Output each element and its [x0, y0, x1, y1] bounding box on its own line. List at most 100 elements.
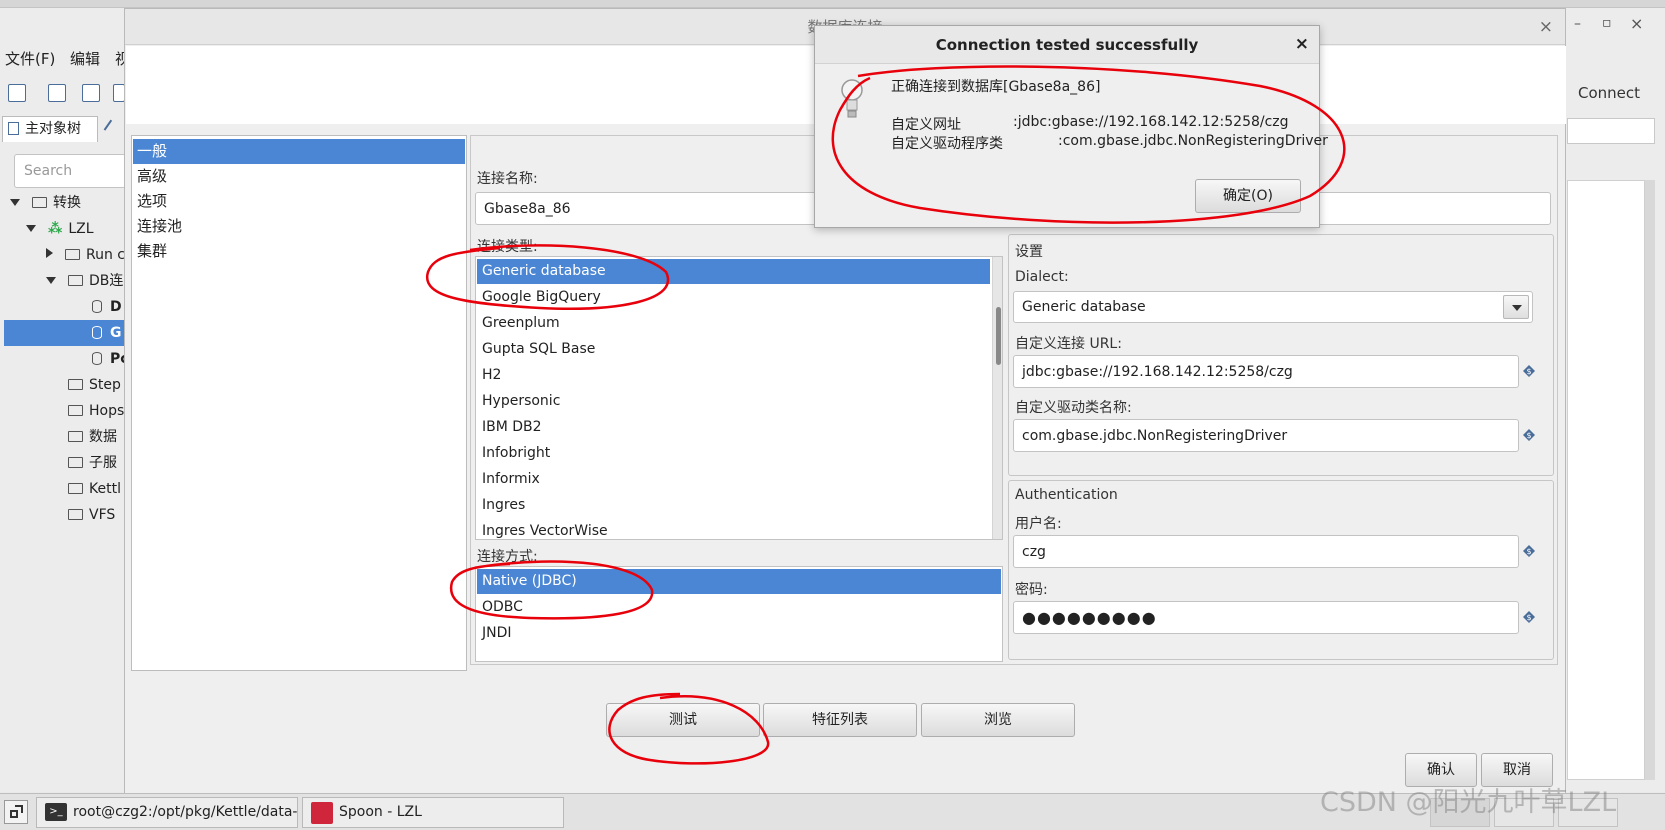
access-method-list[interactable]: Native (JDBC) ODBC JNDI [475, 566, 1003, 662]
connection-type-scrollbar[interactable] [992, 257, 1002, 539]
username-label: 用户名: [1015, 516, 1062, 532]
custom-driver-value: com.gbase.jdbc.NonRegisteringDriver [1022, 427, 1288, 444]
menu-file[interactable]: 文件(F) [5, 48, 55, 69]
connection-type-item[interactable]: Informix [477, 467, 540, 492]
tree-node-db-2-selected[interactable]: G [4, 320, 130, 346]
category-pooling[interactable]: 连接池 [133, 214, 465, 239]
canvas-scrollbar[interactable] [1645, 180, 1655, 780]
csdn-watermark: CSDN @阳光九叶草LZL [1320, 787, 1617, 818]
tree-node-label: Step [89, 377, 121, 393]
access-method-item-selected[interactable]: Native (JDBC) [477, 569, 1001, 594]
folder-icon [68, 509, 83, 520]
connection-type-list[interactable]: Generic database Google BigQuery Greenpl… [475, 256, 1003, 540]
taskbar-terminal[interactable]: >_ root@czg2:/opt/pkg/Kettle/data-in-... [36, 797, 298, 828]
custom-driver-label: 自定义驱动类名称: [1015, 400, 1132, 416]
popup-message: 正确连接到数据库[Gbase8a_86] [891, 79, 1101, 95]
popup-driver-value: :com.gbase.jdbc.NonRegisteringDriver [1058, 133, 1328, 149]
tree-node-db-1[interactable]: D [4, 294, 130, 320]
variable-icon[interactable]: $ [1523, 429, 1535, 441]
scrollbar-thumb[interactable] [996, 307, 1001, 365]
connection-type-item[interactable]: Ingres VectorWise [477, 519, 608, 539]
spoon-minimize-button[interactable]: – [1574, 16, 1581, 32]
category-clustering[interactable]: 集群 [133, 239, 465, 264]
tree-node-lzl[interactable]: ⁂ LZL [4, 216, 130, 242]
svg-text:$: $ [1526, 367, 1531, 376]
svg-text:$: $ [1526, 547, 1531, 556]
expand-down-icon[interactable] [10, 199, 20, 206]
tree-node-steps[interactable]: Step [4, 372, 130, 398]
tree-node-db-connections[interactable]: DB连 [4, 268, 130, 294]
connection-type-item[interactable]: Google BigQuery [477, 285, 601, 310]
authentication-group: Authentication 用户名: czg $ 密码: ●●●●●●●●● … [1008, 480, 1554, 660]
popup-title: Connection tested successfully [815, 26, 1319, 64]
username-field[interactable]: czg [1013, 535, 1519, 568]
variable-icon[interactable]: $ [1523, 545, 1535, 557]
popup-ok-button[interactable]: 确定(O) [1195, 179, 1301, 213]
connection-type-item[interactable]: Ingres [477, 493, 525, 518]
design-tab-pencil-icon[interactable] [103, 119, 121, 137]
tree-node-vfs[interactable]: VFS [4, 502, 130, 528]
explore-repository-icon[interactable] [82, 84, 100, 102]
dialog-close-button[interactable]: × [1539, 17, 1553, 37]
tree-node-label: 子服 [89, 455, 117, 471]
spoon-app-icon [311, 802, 333, 824]
tree-node-transformations[interactable]: 转换 [4, 190, 130, 216]
category-general[interactable]: 一般 [133, 139, 465, 164]
dialect-select[interactable]: Generic database [1013, 291, 1533, 323]
access-method-item[interactable]: ODBC [477, 595, 523, 620]
connection-type-item[interactable]: IBM DB2 [477, 415, 542, 440]
connection-name-label: 连接名称: [477, 171, 538, 187]
connect-button[interactable]: Connect [1578, 84, 1640, 102]
access-method-item[interactable]: JNDI [477, 621, 512, 646]
custom-driver-field[interactable]: com.gbase.jdbc.NonRegisteringDriver [1013, 419, 1519, 452]
tree-node-label: VFS [89, 507, 116, 523]
explore-button[interactable]: 浏览 [921, 703, 1075, 737]
tree-node-run-configs[interactable]: Run c [4, 242, 130, 268]
category-advanced[interactable]: 高级 [133, 164, 465, 189]
connection-type-item-selected[interactable]: Generic database [477, 259, 990, 284]
new-file-icon[interactable] [8, 84, 26, 102]
tree-node-hops[interactable]: Hops [4, 398, 130, 424]
tab-main-object-tree[interactable]: 主对象树 [2, 116, 98, 142]
connection-type-item[interactable]: H2 [477, 363, 501, 388]
expand-down-icon[interactable] [26, 225, 36, 232]
tree-node-label: 转换 [53, 195, 81, 211]
open-folder-icon[interactable] [48, 84, 66, 102]
expand-right-icon[interactable] [46, 248, 53, 258]
folder-icon [68, 457, 83, 468]
menu-edit[interactable]: 编辑 [70, 48, 100, 69]
connection-type-item[interactable]: Infobright [477, 441, 550, 466]
expand-down-icon[interactable] [46, 277, 56, 284]
taskbar-spoon[interactable]: Spoon - LZL [302, 797, 564, 828]
search-placeholder: Search [24, 163, 73, 179]
category-options[interactable]: 选项 [133, 189, 465, 214]
variable-icon[interactable]: $ [1523, 611, 1535, 623]
custom-url-field[interactable]: jdbc:gbase://192.168.142.12:5258/czg [1013, 355, 1519, 388]
tree-node-db-3[interactable]: Pc [4, 346, 130, 372]
test-button[interactable]: 测试 [606, 703, 760, 737]
taskbar-spoon-label: Spoon - LZL [339, 804, 422, 820]
folder-icon [68, 483, 83, 494]
dropdown-button[interactable] [1503, 295, 1529, 319]
tree-node-slave-servers[interactable]: 子服 [4, 450, 130, 476]
canvas-tab-strip [1567, 118, 1655, 144]
popup-title-text: Connection tested successfully [935, 36, 1199, 54]
popup-close-button[interactable]: × [1295, 34, 1309, 54]
search-input[interactable]: Search [14, 154, 126, 188]
show-desktop-icon[interactable] [4, 800, 28, 824]
tree-node-partitions[interactable]: 数据 [4, 424, 130, 450]
tree-node-kettle-clusters[interactable]: Kettl [4, 476, 130, 502]
tab-label: 主对象树 [25, 121, 81, 137]
popup-driver-label: 自定义驱动程序类 [891, 136, 1003, 152]
connection-type-item[interactable]: Hypersonic [477, 389, 560, 414]
connection-type-item[interactable]: Gupta SQL Base [477, 337, 595, 362]
feature-list-button[interactable]: 特征列表 [763, 703, 917, 737]
spoon-maximize-button[interactable]: ▫ [1602, 15, 1612, 31]
settings-label: 设置 [1015, 244, 1043, 260]
password-field[interactable]: ●●●●●●●●● [1013, 601, 1519, 634]
variable-icon[interactable]: $ [1523, 365, 1535, 377]
info-lightbulb-icon [841, 78, 863, 124]
folder-icon [68, 275, 83, 286]
connection-type-item[interactable]: Greenplum [477, 311, 560, 336]
spoon-close-button[interactable]: × [1630, 14, 1643, 33]
